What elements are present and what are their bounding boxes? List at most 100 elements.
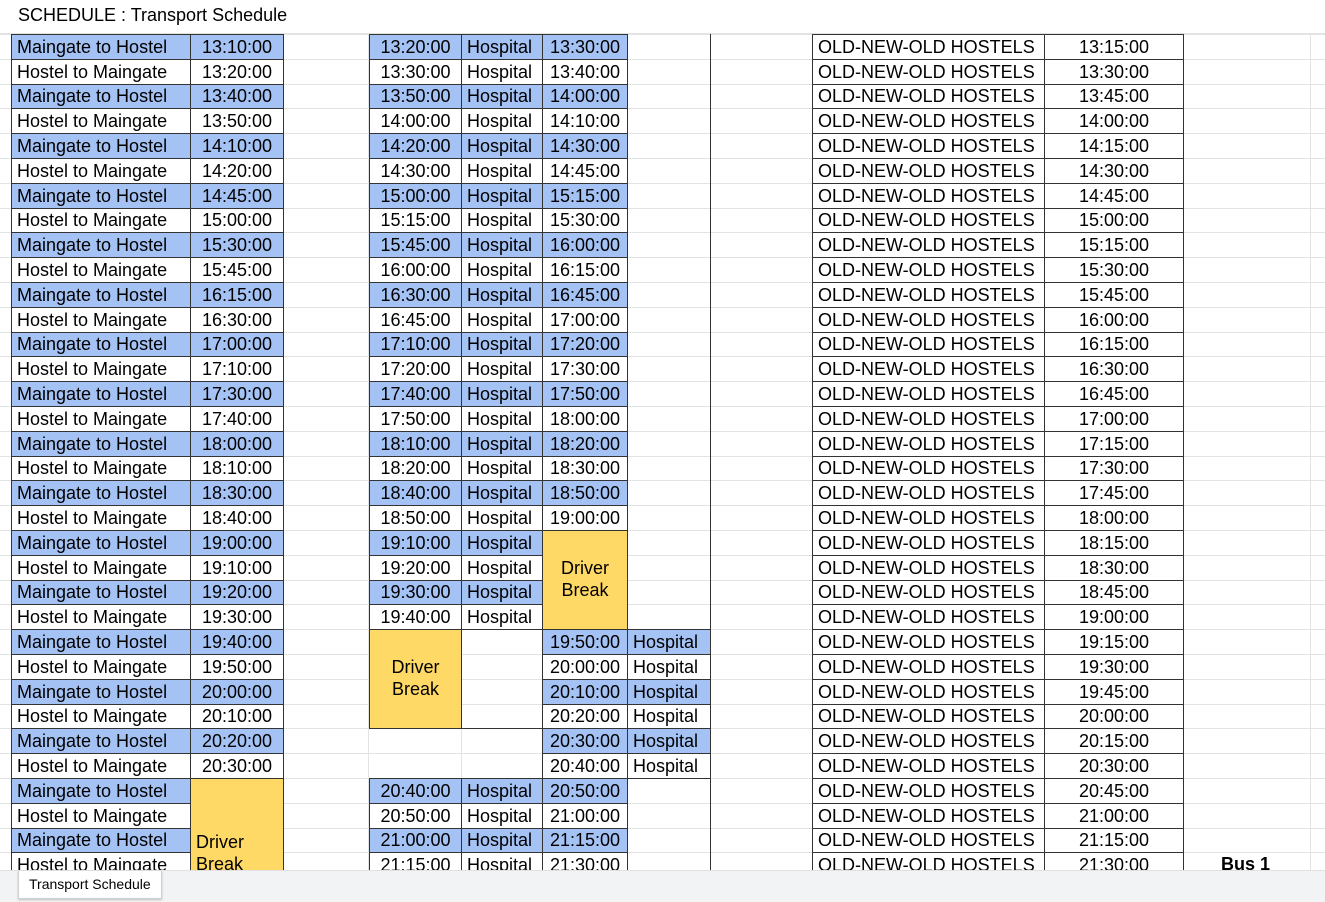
maingate-time-cell[interactable]: 13:50:00: [190, 108, 284, 134]
hostel-route-cell[interactable]: OLD-NEW-OLD HOSTELS: [812, 828, 1045, 853]
maingate-route-cell[interactable]: Hostel to Maingate: [11, 505, 191, 531]
hospital-depart-cell[interactable]: 18:40:00: [369, 480, 462, 506]
hostel-route-cell[interactable]: OLD-NEW-OLD HOSTELS: [812, 580, 1045, 605]
hostel-route-cell[interactable]: OLD-NEW-OLD HOSTELS: [812, 505, 1045, 531]
hospital-return-cell[interactable]: 21:15:00: [542, 828, 628, 853]
hostel-route-cell[interactable]: OLD-NEW-OLD HOSTELS: [812, 59, 1045, 85]
maingate-route-cell[interactable]: Hostel to Maingate: [11, 406, 191, 432]
hospital-depart-cell[interactable]: 14:00:00: [369, 108, 462, 134]
maingate-route-cell[interactable]: Hostel to Maingate: [11, 208, 191, 233]
hostel-time-cell[interactable]: 17:30:00: [1044, 456, 1184, 481]
hospital-return-cell[interactable]: 18:20:00: [542, 431, 628, 457]
maingate-route-cell[interactable]: Maingate to Hostel: [11, 629, 191, 655]
maingate-route-cell[interactable]: Maingate to Hostel: [11, 84, 191, 109]
hospital-dest-cell[interactable]: Hospital: [461, 307, 543, 333]
hospital-return-cell[interactable]: 17:00:00: [542, 307, 628, 333]
hospital-depart-cell[interactable]: 21:00:00: [369, 828, 462, 853]
maingate-route-cell[interactable]: Maingate to Hostel: [11, 381, 191, 407]
maingate-time-cell[interactable]: 19:20:00: [190, 580, 284, 605]
tab-transport-schedule[interactable]: Transport Schedule: [18, 871, 162, 899]
hostel-route-cell[interactable]: OLD-NEW-OLD HOSTELS: [812, 282, 1045, 308]
maingate-route-cell[interactable]: Hostel to Maingate: [11, 852, 191, 871]
hostel-time-cell[interactable]: 15:30:00: [1044, 257, 1184, 283]
hostel-route-cell[interactable]: OLD-NEW-OLD HOSTELS: [812, 456, 1045, 481]
hostel-route-cell[interactable]: OLD-NEW-OLD HOSTELS: [812, 183, 1045, 209]
maingate-route-cell[interactable]: Maingate to Hostel: [11, 828, 191, 853]
hospital-return-cell[interactable]: 17:30:00: [542, 356, 628, 382]
maingate-time-cell[interactable]: 17:40:00: [190, 406, 284, 432]
hostel-time-cell[interactable]: 19:30:00: [1044, 654, 1184, 680]
hospital-depart-cell[interactable]: 15:15:00: [369, 208, 462, 233]
hospital-b-time-cell[interactable]: 20:40:00: [542, 753, 628, 779]
maingate-route-cell[interactable]: Hostel to Maingate: [11, 108, 191, 134]
hospital-return-cell[interactable]: 14:10:00: [542, 108, 628, 134]
hostel-time-cell[interactable]: 15:45:00: [1044, 282, 1184, 308]
hospital-return-cell[interactable]: 21:00:00: [542, 803, 628, 829]
hostel-route-cell[interactable]: OLD-NEW-OLD HOSTELS: [812, 257, 1045, 283]
maingate-time-cell[interactable]: 15:00:00: [190, 208, 284, 233]
hospital-dest-cell[interactable]: Hospital: [461, 406, 543, 432]
hostel-time-cell[interactable]: 14:00:00: [1044, 108, 1184, 134]
hospital-depart-cell[interactable]: 14:30:00: [369, 158, 462, 184]
hostel-route-cell[interactable]: OLD-NEW-OLD HOSTELS: [812, 728, 1045, 754]
maingate-route-cell[interactable]: Hostel to Maingate: [11, 356, 191, 382]
hospital-b-time-cell[interactable]: 19:50:00: [542, 629, 628, 655]
maingate-time-cell[interactable]: 14:45:00: [190, 183, 284, 209]
maingate-time-cell[interactable]: 16:15:00: [190, 282, 284, 308]
hostel-time-cell[interactable]: 15:15:00: [1044, 232, 1184, 258]
hospital-dest-cell[interactable]: Hospital: [461, 505, 543, 531]
hostel-route-cell[interactable]: OLD-NEW-OLD HOSTELS: [812, 84, 1045, 109]
maingate-time-cell[interactable]: 18:00:00: [190, 431, 284, 457]
hostel-time-cell[interactable]: 16:15:00: [1044, 332, 1184, 357]
hospital-depart-cell[interactable]: 16:00:00: [369, 257, 462, 283]
hospital-depart-cell[interactable]: 13:20:00: [369, 34, 462, 60]
hostel-time-cell[interactable]: 18:00:00: [1044, 505, 1184, 531]
empty-cell[interactable]: [461, 629, 543, 729]
hospital-return-cell[interactable]: 15:15:00: [542, 183, 628, 209]
maingate-time-cell[interactable]: 17:10:00: [190, 356, 284, 382]
hospital-depart-cell[interactable]: 17:40:00: [369, 381, 462, 407]
hospital-dest-cell[interactable]: Hospital: [461, 431, 543, 457]
hospital-b-dest-cell[interactable]: Hospital: [627, 679, 711, 705]
maingate-route-cell[interactable]: Hostel to Maingate: [11, 158, 191, 184]
maingate-time-cell[interactable]: 13:20:00: [190, 59, 284, 85]
hospital-b-time-cell[interactable]: 20:00:00: [542, 654, 628, 680]
maingate-route-cell[interactable]: Hostel to Maingate: [11, 604, 191, 630]
hospital-b-dest-cell[interactable]: Hospital: [627, 753, 711, 779]
hostel-time-cell[interactable]: 16:30:00: [1044, 356, 1184, 382]
hospital-depart-cell[interactable]: 17:10:00: [369, 332, 462, 357]
hospital-depart-cell[interactable]: 14:20:00: [369, 133, 462, 159]
hospital-dest-cell[interactable]: Hospital: [461, 828, 543, 853]
hostel-time-cell[interactable]: 20:45:00: [1044, 778, 1184, 804]
hospital-depart-cell[interactable]: 19:10:00: [369, 530, 462, 556]
hostel-time-cell[interactable]: 17:45:00: [1044, 480, 1184, 506]
hospital-return-cell[interactable]: 18:00:00: [542, 406, 628, 432]
maingate-time-cell[interactable]: 20:00:00: [190, 679, 284, 705]
hospital-dest-cell[interactable]: Hospital: [461, 480, 543, 506]
hospital-dest-cell[interactable]: Hospital: [461, 59, 543, 85]
hostel-route-cell[interactable]: OLD-NEW-OLD HOSTELS: [812, 332, 1045, 357]
maingate-route-cell[interactable]: Maingate to Hostel: [11, 679, 191, 705]
maingate-route-cell[interactable]: Hostel to Maingate: [11, 257, 191, 283]
hostel-route-cell[interactable]: OLD-NEW-OLD HOSTELS: [812, 356, 1045, 382]
hospital-depart-cell[interactable]: 20:40:00: [369, 778, 462, 804]
hospital-dest-cell[interactable]: Hospital: [461, 356, 543, 382]
maingate-route-cell[interactable]: Maingate to Hostel: [11, 580, 191, 605]
hospital-return-cell[interactable]: 20:50:00: [542, 778, 628, 804]
hospital-return-cell[interactable]: 14:00:00: [542, 84, 628, 109]
hostel-time-cell[interactable]: 14:30:00: [1044, 158, 1184, 184]
hospital-return-cell[interactable]: 17:20:00: [542, 332, 628, 357]
hospital-b-dest-cell[interactable]: Hospital: [627, 704, 711, 729]
maingate-time-cell[interactable]: 19:50:00: [190, 654, 284, 680]
hostel-time-cell[interactable]: 19:45:00: [1044, 679, 1184, 705]
hospital-dest-cell[interactable]: Hospital: [461, 34, 543, 60]
hostel-route-cell[interactable]: OLD-NEW-OLD HOSTELS: [812, 307, 1045, 333]
hospital-depart-cell[interactable]: 18:20:00: [369, 456, 462, 481]
hostel-time-cell[interactable]: 15:00:00: [1044, 208, 1184, 233]
hospital-dest-cell[interactable]: Hospital: [461, 158, 543, 184]
hospital-dest-cell[interactable]: Hospital: [461, 381, 543, 407]
hospital-return-cell[interactable]: 13:30:00: [542, 34, 628, 60]
hostel-route-cell[interactable]: OLD-NEW-OLD HOSTELS: [812, 852, 1045, 871]
hostel-time-cell[interactable]: 13:45:00: [1044, 84, 1184, 109]
hospital-dest-cell[interactable]: Hospital: [461, 580, 543, 605]
